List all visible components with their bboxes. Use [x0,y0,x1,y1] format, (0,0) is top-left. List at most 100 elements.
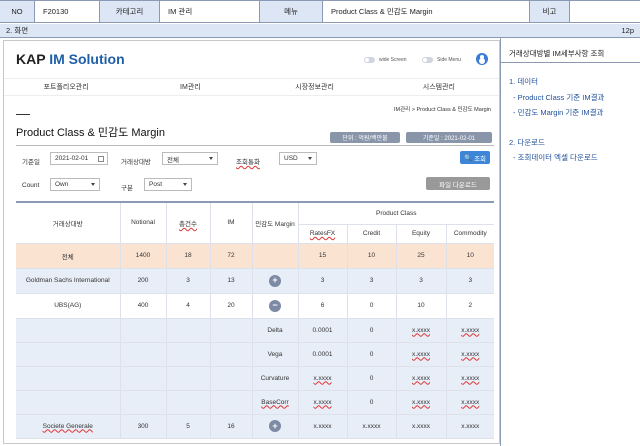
cell-im [210,390,253,415]
no-label: NO [0,1,35,22]
table-row[interactable]: Curvature x.xxxx 0 x.xxxx x.xxxx [16,366,495,391]
cell-rates-fx: x.xxxx [298,414,348,439]
cell-commodity: x.xxxx [446,318,495,343]
panel-divider [501,62,640,63]
cell-commodity: x.xxxx [446,342,495,367]
cell-count [166,366,211,391]
table-row[interactable]: UBS(AG) 400 4 20 − 6 0 10 2 [16,293,495,319]
category-label: 카테고리 [100,1,160,22]
header-sensitivity-margin: 민감도 Margin [252,201,299,244]
chevron-down-icon [91,183,95,186]
cell-equity: x.xxxx [396,366,447,391]
currency-value: USD [284,155,298,162]
category-value: IM 관리 [160,1,260,22]
count-label: Count [22,182,40,189]
cell-notional: 300 [120,414,167,439]
toggle-switch-icon [422,57,433,63]
user-avatar-icon[interactable] [476,53,488,65]
side-menu-toggle[interactable]: Side Menu [422,57,461,63]
cell-rates-fx: x.xxxx [298,366,348,391]
title-rule [16,114,30,115]
cell-im: 16 [210,414,253,439]
cell-im [210,318,253,343]
header-product-class: Product Class [298,201,495,225]
cell-equity: x.xxxx [396,342,447,367]
calendar-icon[interactable] [98,156,104,162]
im-table: 거래상대방 Notional 총건수 IM 민감도 Margin Product… [16,201,495,439]
toggle-switch-icon [364,57,375,63]
cell-commodity: x.xxxx [446,414,495,439]
collapse-minus-icon[interactable]: − [269,299,281,312]
unit-badge: 단위 : 억원/백만불 [330,132,400,143]
cell-rates-fx: 0.0001 [298,342,348,367]
type-select[interactable]: Post [144,178,192,191]
search-button[interactable]: 🔍 조회 [460,151,490,164]
cell-rates-fx: 6 [298,293,348,319]
header-counterparty: 거래상대방 [16,201,121,244]
cell-sensitivity: Vega [252,342,299,367]
cell-count [166,318,211,343]
expand-plus-icon[interactable]: + [269,274,281,287]
screen-mockup: KAP IM Solution wide Screen Side Menu 포트… [3,40,500,444]
cell-sensitivity: BaseCorr [252,390,299,415]
table-row[interactable]: Societe Generale 300 5 16 + x.xxxx x.xxx… [16,414,495,439]
panel-section-data: 1. 데이터 [509,77,539,86]
cell-equity: x.xxxx [396,390,447,415]
cell-im [210,342,253,367]
cell-count: 3 [166,268,211,294]
type-value: Post [149,181,163,188]
date-input[interactable]: 2021-02-01 [50,152,108,165]
cell-sensitivity: + [252,414,299,439]
chevron-down-icon [183,183,187,186]
no-value: F20130 [35,1,100,22]
section-bar: 2. 화면 12p [0,24,640,38]
cell-counterparty: Societe Generale [16,414,121,439]
cell-counterparty [16,318,121,343]
cell-count [166,342,211,367]
section-title: 2. 화면 [6,26,29,35]
cell-credit: 0 [347,366,397,391]
cell-credit: x.xxxx [347,414,397,439]
cell-commodity: 10 [446,243,495,269]
note-label: 비고 [530,1,570,22]
currency-select[interactable]: USD [279,152,317,165]
chevron-down-icon [209,157,213,160]
nav-market[interactable]: 시장정보관리 [253,82,377,92]
nav-portfolio[interactable]: 포트폴리오관리 [4,82,128,92]
table-row[interactable]: BaseCorr x.xxxx 0 x.xxxx x.xxxx [16,390,495,415]
cell-sensitivity [252,243,299,269]
cell-rates-fx: x.xxxx [298,390,348,415]
table-row[interactable]: 전체 1400 18 72 15 10 25 10 [16,243,495,269]
file-download-button[interactable]: 파일 다운로드 [426,177,490,190]
nav-system[interactable]: 시스템관리 [377,82,499,92]
cell-counterparty [16,390,121,415]
panel-item-sensitivity: - 민감도 Margin 기준 IM결과 [513,108,604,117]
table-row[interactable]: Goldman Sachs International 200 3 13 + 3… [16,268,495,294]
counterparty-label: 거래상대방 [121,159,151,166]
cell-credit: 0 [347,390,397,415]
cell-equity: x.xxxx [396,414,447,439]
cell-im: 13 [210,268,253,294]
description-panel: 거래상대방별 IM세부사항 조회 1. 데이터 - Product Class … [500,38,640,446]
counterparty-select[interactable]: 전체 [162,152,218,165]
table-row[interactable]: Vega 0.0001 0 x.xxxx x.xxxx [16,342,495,367]
main-nav: 포트폴리오관리 IM관리 시장정보관리 시스템관리 [4,78,499,96]
cell-notional [120,318,167,343]
panel-item-product-class: - Product Class 기준 IM결과 [513,93,605,102]
cell-counterparty: Goldman Sachs International [16,268,121,294]
cell-commodity: x.xxxx [446,366,495,391]
cell-counterparty [16,366,121,391]
cell-sensitivity: Curvature [252,366,299,391]
side-menu-label: Side Menu [437,57,461,63]
cell-im: 72 [210,243,253,269]
cell-rates-fx: 3 [298,268,348,294]
table-row[interactable]: Delta 0.0001 0 x.xxxx x.xxxx [16,318,495,343]
logo-main: KAP [16,51,46,67]
nav-im[interactable]: IM관리 [128,82,252,92]
expand-plus-icon[interactable]: + [269,420,281,432]
date-value: 2021-02-01 [55,155,89,162]
app-logo[interactable]: KAP IM Solution [16,51,125,67]
wide-screen-toggle[interactable]: wide Screen [364,57,407,63]
cell-count: 5 [166,414,211,439]
count-select[interactable]: Own [50,178,100,191]
